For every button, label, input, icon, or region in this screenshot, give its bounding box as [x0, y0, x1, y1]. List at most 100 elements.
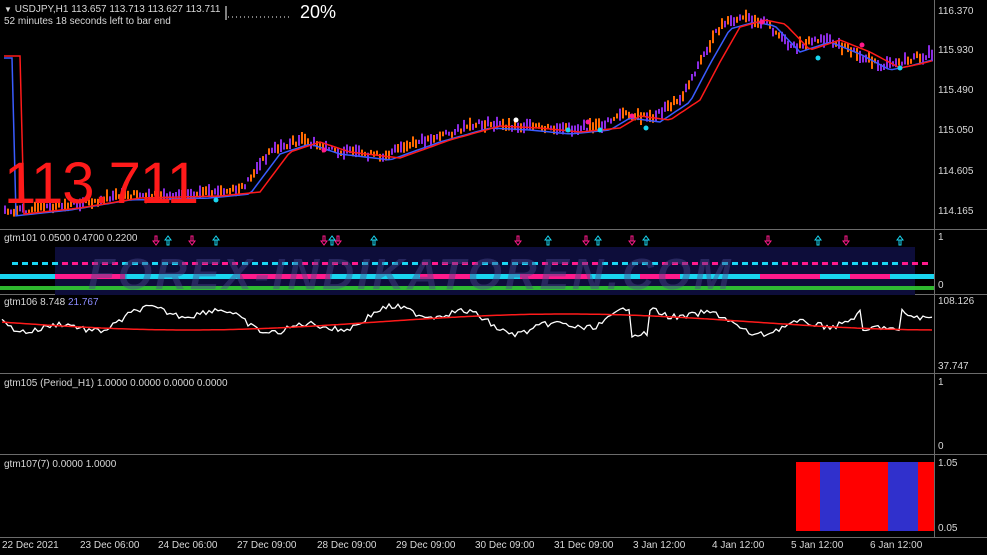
candle — [736, 16, 738, 23]
signal-dot — [629, 113, 635, 119]
candle — [301, 132, 303, 144]
candle — [847, 43, 849, 53]
candle — [904, 52, 906, 65]
candle — [772, 27, 774, 37]
candle — [466, 124, 468, 129]
time-label: 5 Jan 12:00 — [791, 540, 844, 551]
dropdown-triangle-icon[interactable]: ▼ — [4, 5, 12, 14]
candle — [232, 184, 234, 192]
candle — [421, 133, 423, 144]
candle — [856, 48, 858, 61]
price-label: 116.370 — [938, 6, 974, 17]
gtm106-label-value: 21.767 — [67, 297, 99, 308]
down-arrow-icon — [628, 235, 636, 246]
candle — [460, 128, 462, 134]
candle — [493, 120, 495, 132]
gtm101-cross-marker — [782, 262, 788, 265]
gtm105-scale-bottom: 0 — [938, 441, 944, 452]
candle — [241, 182, 243, 189]
gtm107-bar — [888, 462, 894, 531]
down-arrow-icon — [842, 235, 850, 246]
signal-dot — [643, 125, 649, 131]
candle — [703, 51, 705, 57]
candle — [265, 154, 267, 165]
candle — [685, 83, 687, 93]
candle — [898, 58, 900, 66]
down-arrow-icon — [582, 235, 590, 246]
candle — [250, 174, 252, 182]
candle — [604, 120, 606, 129]
gtm107-bar — [918, 462, 934, 531]
candle — [739, 14, 741, 21]
candle — [841, 42, 843, 56]
up-arrow-icon — [212, 235, 220, 246]
candle — [862, 56, 864, 63]
price-label: 115.490 — [938, 85, 974, 96]
gtm101-cross-marker — [862, 262, 868, 265]
gtm101-cross-marker — [12, 262, 18, 265]
gtm101-cross-marker — [902, 262, 908, 265]
candle — [712, 30, 714, 44]
gtm101-cross-marker — [802, 262, 808, 265]
candle — [730, 15, 732, 27]
candle — [277, 144, 279, 154]
signal-dot — [565, 127, 571, 133]
bar-timer: 52 minutes 18 seconds left to bar end — [4, 16, 171, 27]
candle — [247, 177, 249, 182]
candle — [427, 135, 429, 142]
signal-dot — [759, 19, 765, 25]
candle — [679, 94, 681, 106]
candle — [700, 54, 702, 65]
time-label: 3 Jan 12:00 — [633, 540, 686, 551]
price-label: 115.930 — [938, 45, 974, 56]
candle — [463, 119, 465, 132]
signal-dot — [585, 119, 591, 125]
candle — [256, 162, 258, 174]
candle — [673, 96, 675, 106]
candle — [607, 117, 609, 123]
candle — [688, 80, 690, 90]
candle — [403, 142, 405, 153]
candle — [709, 40, 711, 53]
candle — [517, 122, 519, 133]
candle — [814, 36, 816, 42]
gtm101-scale-top: 1 — [938, 232, 944, 243]
candle — [859, 50, 861, 63]
candle — [391, 148, 393, 155]
candle — [754, 14, 756, 28]
candle — [433, 135, 435, 143]
signal-dot — [859, 42, 865, 48]
symbol-menu[interactable]: ▼ USDJPY,H1 113.657 113.713 113.627 113.… — [4, 4, 220, 15]
candle — [481, 120, 483, 130]
candle — [274, 141, 276, 153]
candle — [829, 34, 831, 43]
down-arrow-icon — [188, 235, 196, 246]
candle — [664, 101, 666, 112]
candle — [472, 123, 474, 130]
time-label: 29 Dec 09:00 — [396, 540, 456, 551]
candle — [595, 118, 597, 131]
gtm107-label: gtm107(7) 0.0000 1.0000 — [4, 459, 117, 470]
gtm101-cross-marker — [742, 262, 748, 265]
gtm106-label: gtm106 8.748 21.767 — [4, 297, 99, 308]
candle — [259, 157, 261, 171]
signal-dot — [815, 55, 821, 61]
candle — [295, 141, 297, 147]
candle — [583, 119, 585, 130]
candle — [409, 142, 411, 149]
candle — [229, 188, 231, 195]
candle — [661, 107, 663, 120]
gtm101-cross-marker — [42, 262, 48, 265]
candle — [445, 129, 447, 135]
candle — [469, 117, 471, 131]
candle — [400, 141, 402, 153]
gtm105-scale-top: 1 — [938, 377, 944, 388]
candle — [721, 18, 723, 29]
gtm101-cross-marker — [832, 262, 838, 265]
up-arrow-icon — [544, 235, 552, 246]
candle — [283, 142, 285, 150]
candle — [925, 55, 927, 61]
candle — [388, 150, 390, 159]
time-label: 24 Dec 06:00 — [158, 540, 218, 551]
candle — [202, 187, 204, 198]
